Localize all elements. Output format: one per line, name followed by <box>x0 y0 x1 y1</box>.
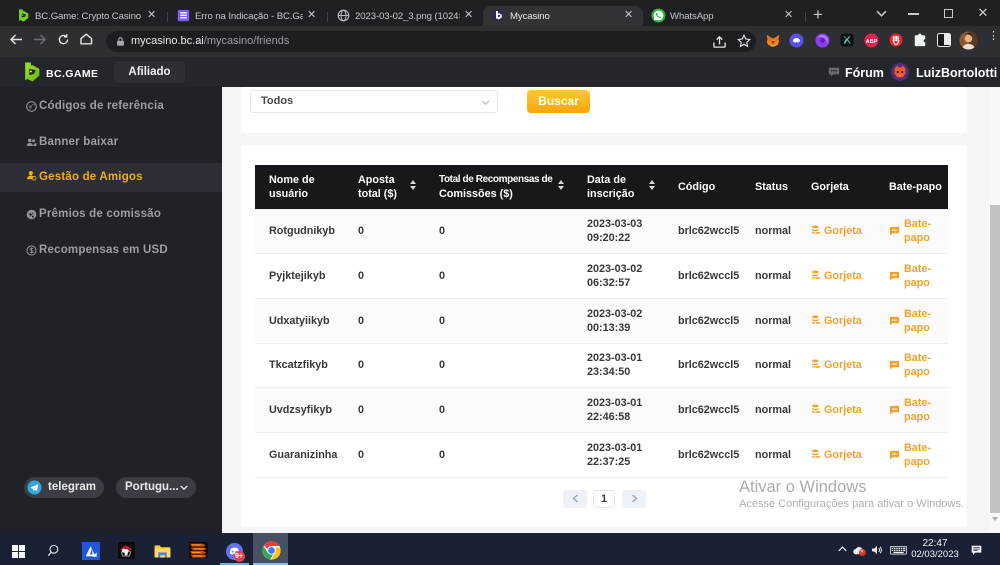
svg-text:ABP: ABP <box>866 39 878 45</box>
